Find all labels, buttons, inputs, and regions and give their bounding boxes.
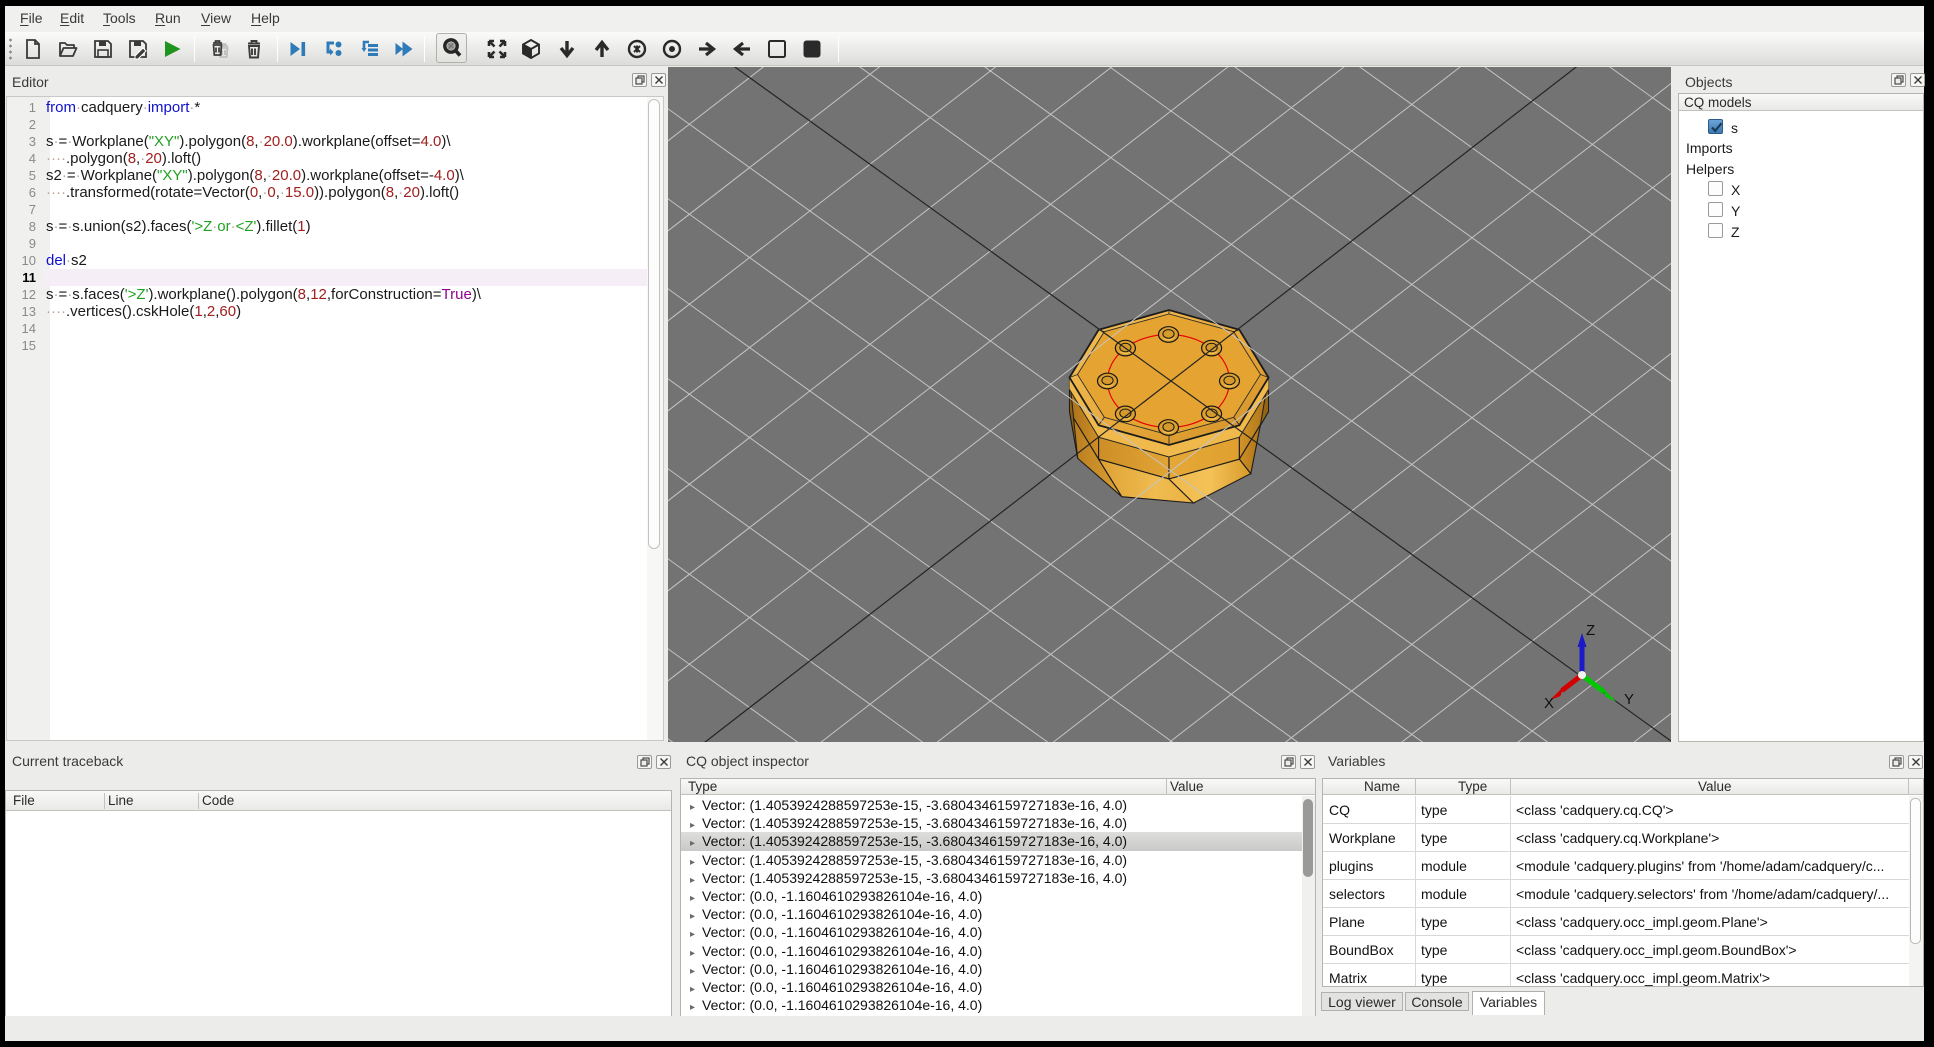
svg-text:Z: Z xyxy=(1586,622,1595,639)
svg-text:X: X xyxy=(1544,695,1554,712)
svg-text:Y: Y xyxy=(1624,691,1634,708)
